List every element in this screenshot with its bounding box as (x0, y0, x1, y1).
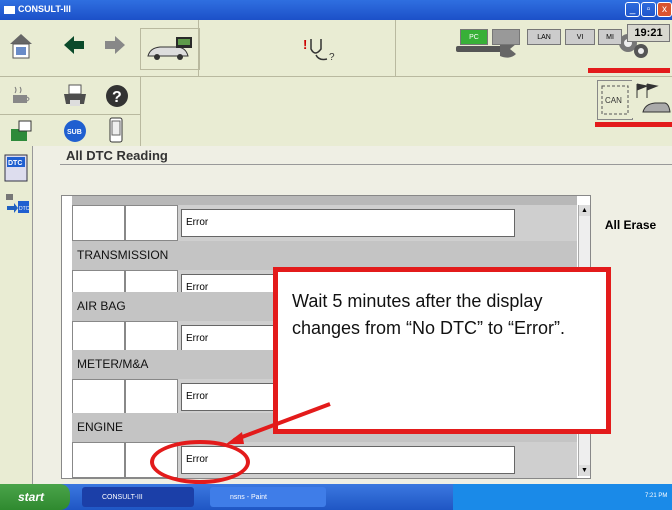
window-title: CONSULT-III (18, 4, 71, 14)
start-button[interactable]: start (0, 484, 70, 510)
all-erase-button[interactable]: All Erase (592, 212, 669, 238)
sub-label: SUB (67, 129, 82, 136)
dtc-label: DTC (8, 160, 22, 167)
cup-icon[interactable] (8, 82, 34, 108)
table-top-bar (72, 196, 577, 205)
left-side-panel: DTC DTC (0, 146, 33, 484)
forward-arrow-icon[interactable] (104, 34, 126, 56)
page-header: All DTC Reading (60, 146, 672, 165)
vehicle-monitor-icon[interactable] (140, 28, 200, 70)
svg-text:!: ! (303, 37, 307, 52)
app-icon (4, 6, 15, 14)
page-title: All DTC Reading (66, 148, 168, 163)
maximize-button[interactable]: ▫ (641, 2, 656, 17)
taskbar: start CONSULT-III nsns - Paint 7:21 PM (0, 484, 672, 510)
active-tab-indicator (588, 68, 670, 73)
scroll-up-icon[interactable]: ▲ (579, 205, 590, 216)
car-flag-icon[interactable] (632, 80, 672, 118)
system-tray: 7:21 PM (453, 484, 672, 510)
pc-status-indicator: PC (460, 29, 488, 45)
diagnosis-stethoscope-icon[interactable]: !? (300, 32, 348, 66)
callout-arrow (226, 402, 331, 444)
window-switch-icon[interactable] (8, 118, 34, 144)
printer-icon[interactable] (61, 82, 89, 110)
window-title-bar: CONSULT-III _ ▫ x (0, 0, 672, 20)
start-label: start (18, 490, 45, 504)
phone-device-icon[interactable] (104, 116, 128, 144)
system-name-row: TRANSMISSION (72, 241, 577, 270)
table-row: Error (72, 205, 577, 241)
highlight-ellipse (150, 440, 250, 484)
close-button[interactable]: x (657, 2, 672, 17)
clock: 19:21 (627, 24, 670, 42)
home-icon[interactable] (8, 31, 34, 61)
vi-status-indicator: VI (565, 29, 595, 45)
device-status-indicator (492, 29, 520, 45)
svg-text:?: ? (329, 52, 335, 63)
minimize-button[interactable]: _ (625, 2, 640, 17)
dtc-erase-icon[interactable]: DTC (4, 192, 30, 222)
sub-mode-icon[interactable]: SUB (62, 118, 88, 144)
can-label: CAN (605, 96, 622, 105)
dtc-icon[interactable]: DTC (4, 154, 28, 184)
back-arrow-icon[interactable] (63, 34, 85, 56)
taskbar-item-consult[interactable]: CONSULT-III (82, 487, 194, 507)
taskbar-item-paint[interactable]: nsns - Paint (210, 487, 326, 507)
can-tab-indicator (595, 122, 672, 127)
tray-time: 7:21 PM (645, 493, 668, 499)
dtc-erase-label: DTC (19, 206, 30, 212)
callout-text: Wait 5 minutes after the display changes… (292, 291, 566, 338)
lan-status-indicator: LAN (527, 29, 561, 45)
help-icon[interactable]: ? (103, 82, 131, 110)
scroll-down-icon[interactable]: ▼ (579, 465, 590, 476)
mi-status-indicator: MI (598, 29, 622, 45)
dtc-status-field: Error (181, 209, 515, 237)
can-network-icon[interactable]: CAN (597, 80, 633, 120)
svg-text:?: ? (112, 89, 122, 106)
